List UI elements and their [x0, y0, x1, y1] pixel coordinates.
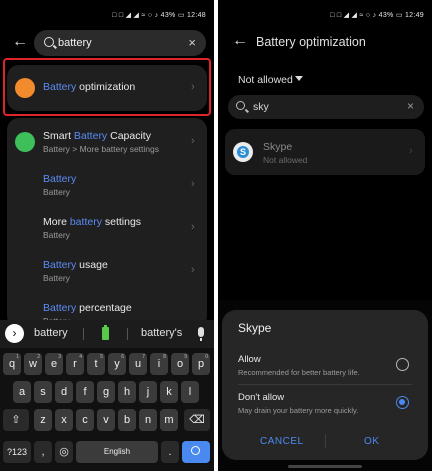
- caret-down-icon[interactable]: [295, 76, 303, 81]
- expand-arrow-icon[interactable]: ›: [5, 324, 24, 343]
- search-input[interactable]: battery ×: [34, 30, 206, 56]
- app-name: Skype: [263, 141, 293, 153]
- home-indicator: [288, 465, 362, 468]
- skype-icon: S: [233, 142, 253, 162]
- chevron-right-icon: ›: [191, 264, 195, 276]
- chevron-right-icon: ›: [191, 178, 195, 190]
- option-subtitle: Recommended for better battery life.: [238, 368, 360, 377]
- key-h[interactable]: h: [118, 381, 136, 403]
- period-key[interactable]: .: [161, 441, 179, 463]
- app-status: Not allowed: [263, 155, 308, 165]
- status-icons: □ □ ◢ ◢ ≈ ○ ♪ 43% ▭ 12:48: [112, 12, 206, 19]
- radio-dont-allow[interactable]: [396, 396, 409, 409]
- key-z[interactable]: z: [34, 409, 52, 431]
- option-title: Allow: [238, 354, 261, 365]
- key-s[interactable]: s: [34, 381, 52, 403]
- key-p[interactable]: p0: [192, 353, 210, 375]
- key-r[interactable]: r4: [66, 353, 84, 375]
- smart-battery-icon: [15, 132, 35, 152]
- shift-key[interactable]: ⇧: [3, 409, 29, 431]
- result-subtitle: Battery > More battery settings: [43, 144, 159, 154]
- keyboard: q1 w2 e3 r4 t5 y6 u7 i8 o9 p0 a s d f g …: [0, 348, 214, 471]
- clear-icon[interactable]: ×: [188, 35, 196, 50]
- search-icon: [191, 446, 200, 455]
- battery-emoji-icon[interactable]: [102, 325, 109, 340]
- key-x[interactable]: x: [55, 409, 73, 431]
- divider: [127, 328, 128, 340]
- backspace-key[interactable]: ⌫: [184, 409, 210, 431]
- search-key[interactable]: [182, 441, 210, 463]
- key-d[interactable]: d: [55, 381, 73, 403]
- key-g[interactable]: g: [97, 381, 115, 403]
- search-icon: [44, 37, 54, 47]
- suggestion-bar: › battery battery's: [0, 320, 214, 348]
- status-bar: □ □ ◢ ◢ ≈ ○ ♪ 43% ▭ 12:48: [0, 0, 214, 28]
- key-b[interactable]: b: [118, 409, 136, 431]
- key-m[interactable]: m: [160, 409, 178, 431]
- divider: [83, 328, 84, 340]
- key-c[interactable]: c: [76, 409, 94, 431]
- optimization-dialog: Skype Allow Recommended for better batte…: [222, 310, 428, 460]
- chevron-right-icon: ›: [409, 145, 413, 157]
- key-q[interactable]: q1: [3, 353, 21, 375]
- status-bar: □ □ ◢ ◢ ≈ ○ ♪ 43% ▭ 12:49: [218, 0, 432, 28]
- divider: [238, 384, 412, 385]
- microphone-icon[interactable]: [198, 327, 204, 341]
- search-icon: [236, 101, 245, 110]
- key-f[interactable]: f: [76, 381, 94, 403]
- app-row-skype[interactable]: S Skype Not allowed ›: [225, 129, 425, 175]
- key-o[interactable]: o9: [171, 353, 189, 375]
- result-title: Battery usage: [43, 259, 108, 271]
- ok-button[interactable]: OK: [364, 436, 379, 447]
- key-a[interactable]: a: [13, 381, 31, 403]
- chevron-right-icon: ›: [191, 135, 195, 147]
- result-subtitle: Battery: [43, 273, 70, 283]
- app-search-input[interactable]: sky ×: [228, 95, 424, 119]
- cancel-button[interactable]: CANCEL: [260, 436, 304, 447]
- key-y[interactable]: y6: [108, 353, 126, 375]
- key-e[interactable]: e3: [45, 353, 63, 375]
- clear-icon[interactable]: ×: [407, 99, 414, 113]
- result-title: Battery: [43, 173, 77, 185]
- suggestion[interactable]: battery: [34, 327, 68, 339]
- result-title: Smart Battery Capacity: [43, 130, 151, 142]
- key-t[interactable]: t5: [87, 353, 105, 375]
- key-v[interactable]: v: [97, 409, 115, 431]
- key-k[interactable]: k: [160, 381, 178, 403]
- left-screenshot: □ □ ◢ ◢ ≈ ○ ♪ 43% ▭ 12:48 ← battery × Ba…: [0, 0, 214, 471]
- search-query: sky: [253, 101, 269, 113]
- results-list: Smart Battery Capacity Battery > More ba…: [7, 118, 207, 328]
- highlight-box: [3, 58, 211, 116]
- status-icons: □ □ ◢ ◢ ≈ ○ ♪ 43% ▭ 12:49: [330, 12, 424, 19]
- key-i[interactable]: i8: [150, 353, 168, 375]
- right-screenshot: □ □ ◢ ◢ ≈ ○ ♪ 43% ▭ 12:49 ← Battery opti…: [218, 0, 432, 471]
- dialog-title: Skype: [238, 321, 272, 335]
- result-title: Battery percentage: [43, 302, 132, 314]
- suggestion[interactable]: battery's: [141, 327, 182, 339]
- search-query: battery: [58, 37, 92, 49]
- page-title: Battery optimization: [256, 35, 366, 49]
- space-key[interactable]: English: [76, 441, 158, 463]
- comma-key[interactable]: ,: [34, 441, 52, 463]
- symbols-key[interactable]: ?123: [3, 441, 31, 463]
- key-l[interactable]: l: [181, 381, 199, 403]
- filter-dropdown[interactable]: Not allowed: [238, 74, 293, 86]
- radio-allow[interactable]: [396, 358, 409, 371]
- result-subtitle: Battery: [43, 230, 70, 240]
- key-j[interactable]: j: [139, 381, 157, 403]
- key-n[interactable]: n: [139, 409, 157, 431]
- chevron-right-icon: ›: [191, 221, 195, 233]
- option-subtitle: May drain your battery more quickly.: [238, 406, 359, 415]
- divider: [325, 434, 326, 448]
- globe-icon[interactable]: ◎: [55, 441, 73, 463]
- option-title: Don't allow: [238, 392, 285, 403]
- key-u[interactable]: u7: [129, 353, 147, 375]
- key-w[interactable]: w2: [24, 353, 42, 375]
- back-arrow-icon[interactable]: ←: [232, 33, 248, 49]
- back-arrow-icon[interactable]: ←: [12, 34, 28, 50]
- result-subtitle: Battery: [43, 187, 70, 197]
- result-title: More battery settings: [43, 216, 142, 228]
